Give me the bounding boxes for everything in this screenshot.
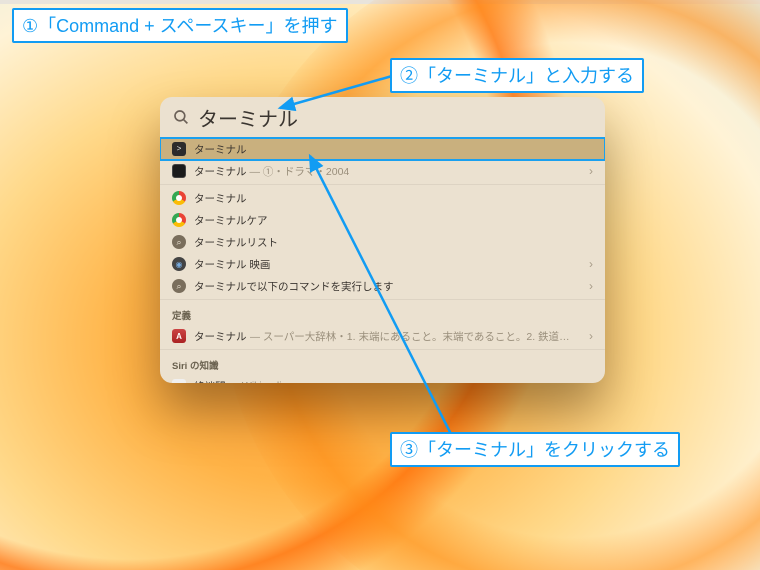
- search-icon: [172, 108, 190, 126]
- annotation-step-1: ①「Command + スペースキー」を押す: [12, 8, 348, 43]
- wikipedia-icon: [172, 379, 186, 383]
- search-suggestion-icon: [172, 235, 186, 249]
- result-title: ターミナル: [194, 191, 247, 206]
- dictionary-icon: [172, 329, 186, 343]
- terminal-icon: [172, 142, 186, 156]
- movie-icon: [172, 164, 186, 178]
- macos-desktop: ①「Command + スペースキー」を押す ②「ターミナル」と入力する ③「タ…: [0, 0, 760, 570]
- result-title: ターミナルケア: [194, 213, 268, 228]
- result-title: ターミナル: [194, 164, 247, 179]
- menubar: [0, 0, 760, 4]
- annotation-step-3: ③「ターミナル」をクリックする: [390, 432, 680, 467]
- chrome-icon: [172, 191, 186, 205]
- result-title: ターミナル 映画: [194, 257, 270, 272]
- chevron-right-icon: ›: [589, 164, 593, 178]
- result-title: ターミナル: [194, 142, 247, 157]
- result-title: 終端駅: [194, 379, 226, 384]
- chevron-right-icon: ›: [589, 279, 593, 293]
- chrome-icon: [172, 213, 186, 227]
- chevron-right-icon: ›: [589, 379, 593, 383]
- result-subtitle: — Wikipedia: [229, 380, 288, 383]
- annotation-arrow-3: [304, 150, 464, 450]
- search-suggestion-icon: [172, 279, 186, 293]
- chevron-right-icon: ›: [589, 257, 593, 271]
- annotation-arrow-2: [274, 72, 396, 114]
- annotation-step-2: ②「ターミナル」と入力する: [390, 58, 644, 93]
- result-title: ターミナルリスト: [194, 235, 278, 250]
- chevron-right-icon: ›: [589, 329, 593, 343]
- result-title: ターミナル: [194, 329, 247, 344]
- siri-icon: [172, 257, 186, 271]
